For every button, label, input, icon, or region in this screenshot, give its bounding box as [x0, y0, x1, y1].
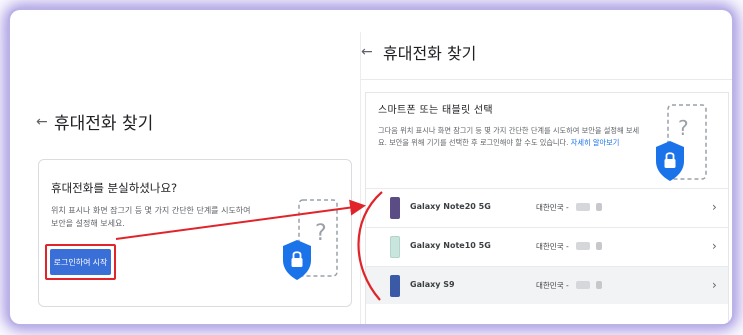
phone-shield-lock-icon: ? — [283, 199, 338, 280]
card-heading: 스마트폰 또는 태블릿 선택 — [378, 105, 493, 116]
phone-shield-question-icon: ? — [656, 104, 707, 181]
divider — [361, 79, 732, 80]
svg-text:?: ? — [678, 116, 689, 140]
redacted-text — [576, 203, 590, 211]
arrow-left-icon[interactable]: ← — [36, 114, 48, 130]
left-panel: ← 휴대전화 찾기 휴대전화를 분실하셨나요? 위치 표시나 화면 잠그기 등 … — [26, 62, 360, 324]
device-region: 대한민국 - — [536, 281, 569, 290]
page-title: 휴대전화 찾기 — [383, 44, 477, 63]
device-name: Galaxy Note10 5G — [410, 241, 491, 250]
chevron-right-icon[interactable]: › — [712, 200, 717, 214]
card-description: 그다음 위치 표시나 화면 잠그기 등 몇 가지 간단한 단계를 시도하여 보안… — [378, 125, 640, 149]
arrow-left-icon[interactable]: ← — [361, 44, 373, 60]
chevron-right-icon[interactable]: › — [712, 239, 717, 253]
redacted-text — [576, 242, 590, 250]
device-region: 대한민국 - — [536, 203, 569, 212]
chevron-right-icon[interactable]: › — [712, 278, 717, 292]
phone-thumbnail-icon — [390, 275, 400, 297]
device-row-note20[interactable]: Galaxy Note20 5G 대한민국 - › — [366, 188, 728, 226]
device-name: Galaxy Note20 5G — [410, 202, 491, 211]
lost-phone-card: 휴대전화를 분실하셨나요? 위치 표시나 화면 잠그기 등 몇 가지 간단한 단… — [38, 159, 352, 307]
redacted-text — [596, 242, 602, 250]
redacted-text — [596, 203, 602, 211]
select-device-card: 스마트폰 또는 태블릿 선택 그다음 위치 표시나 화면 잠그기 등 몇 가지 … — [365, 92, 729, 324]
phone-thumbnail-icon — [390, 197, 400, 219]
right-panel: ← 휴대전화 찾기 스마트폰 또는 태블릿 선택 그다음 위치 표시나 화면 잠… — [360, 32, 732, 324]
learn-more-link[interactable]: 자세히 알아보기 — [571, 138, 620, 147]
device-region: 대한민국 - — [536, 242, 569, 251]
svg-text:?: ? — [315, 221, 327, 246]
redacted-text — [596, 281, 602, 289]
screenshot-frame: ← 휴대전화 찾기 휴대전화를 분실하셨나요? 위치 표시나 화면 잠그기 등 … — [10, 10, 732, 324]
page-title: 휴대전화 찾기 — [54, 114, 154, 134]
card-heading: 휴대전화를 분실하셨나요? — [51, 181, 178, 195]
sign-in-start-button[interactable]: 로그인하여 시작 — [50, 249, 111, 275]
device-row-s9[interactable]: Galaxy S9 대한민국 - › — [366, 266, 728, 304]
device-row-note10[interactable]: Galaxy Note10 5G 대한민국 - › — [366, 227, 728, 265]
device-name: Galaxy S9 — [410, 280, 455, 289]
phone-thumbnail-icon — [390, 236, 400, 258]
redacted-text — [576, 281, 590, 289]
card-description: 위치 표시나 화면 잠그기 등 몇 가지 간단한 단계를 시도하여 보안을 설정… — [51, 206, 251, 228]
